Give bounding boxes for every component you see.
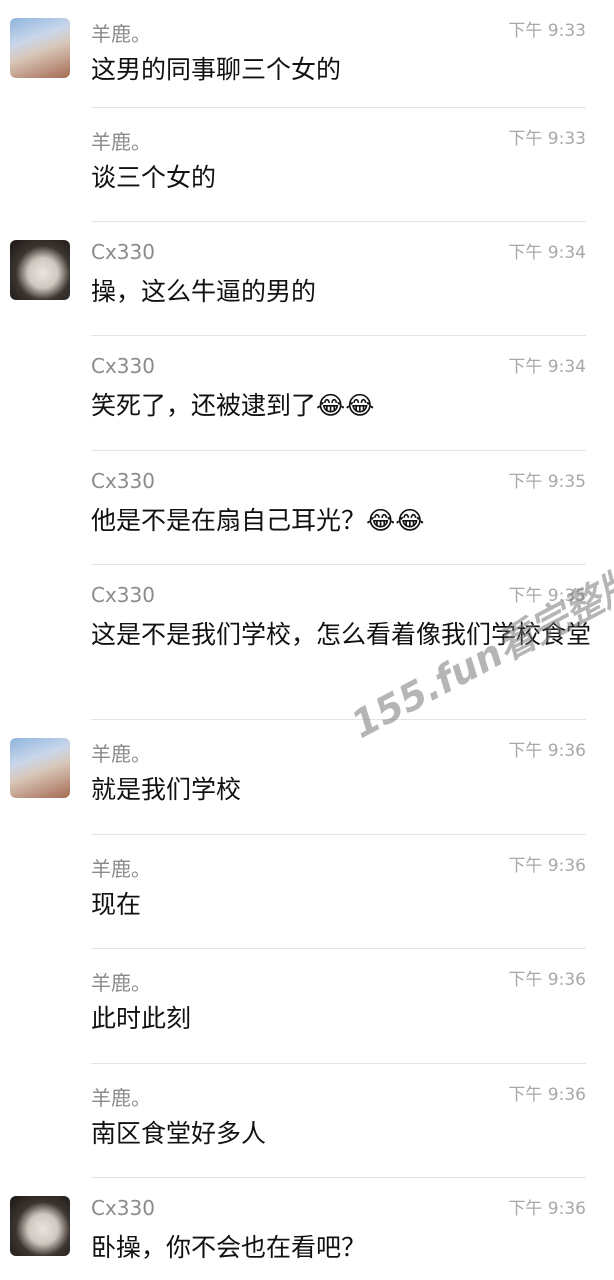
message-time: 下午 9:33: [508, 129, 586, 149]
message-text: 就是我们学校: [91, 775, 242, 804]
sender-name: 羊鹿。: [91, 130, 151, 154]
message-item: 羊鹿。 下午 9:33 谈三个女的: [0, 108, 614, 222]
message-time: 下午 9:33: [508, 21, 586, 41]
message-time: 下午 9:36: [508, 1085, 586, 1105]
message-time: 下午 9:36: [508, 1199, 586, 1219]
sender-name: Cx330: [91, 469, 155, 493]
message-time: 下午 9:34: [508, 243, 586, 263]
avatar[interactable]: [10, 18, 70, 78]
message-item: Cx330 下午 9:35 他是不是在扇自己耳光？😂😂: [0, 451, 614, 565]
sender-name: 羊鹿。: [91, 857, 151, 881]
message-item: 羊鹿。 下午 9:36 就是我们学校: [0, 720, 614, 835]
avatar[interactable]: [10, 1196, 70, 1256]
message-time: 下午 9:36: [508, 741, 586, 761]
message-text: 笑死了，还被逮到了😂😂: [91, 391, 375, 420]
message-time: 下午 9:35: [508, 472, 586, 492]
sender-name: 羊鹿。: [91, 742, 151, 766]
message-item: 羊鹿。 下午 9:36 此时此刻: [0, 949, 614, 1064]
sender-name: 羊鹿。: [91, 22, 151, 46]
message-item: Cx330 下午 9:34 笑死了，还被逮到了😂😂: [0, 336, 614, 451]
message-text: 操，这么牛逼的男的: [91, 277, 317, 306]
message-text: 谈三个女的: [91, 163, 217, 192]
message-text: 卧操，你不会也在看吧？: [91, 1233, 367, 1262]
message-text: 南区食堂好多人: [91, 1119, 267, 1148]
message-text: 他是不是在扇自己耳光？😂😂: [91, 506, 425, 535]
message-time: 下午 9:36: [508, 856, 586, 876]
sender-name: Cx330: [91, 240, 155, 264]
sender-name: Cx330: [91, 583, 155, 607]
message-item: Cx330 下午 9:36 卧操，你不会也在看吧？: [0, 1178, 614, 1280]
message-text: 此时此刻: [91, 1004, 192, 1033]
sender-name: Cx330: [91, 354, 155, 378]
message-text: 这男的同事聊三个女的: [91, 55, 342, 84]
message-text: 现在: [91, 890, 142, 919]
sender-name: 羊鹿。: [91, 1086, 151, 1110]
message-item: 羊鹿。 下午 9:33 这男的同事聊三个女的: [0, 0, 614, 108]
message-item: Cx330 下午 9:34 操，这么牛逼的男的: [0, 222, 614, 336]
sender-name: 羊鹿。: [91, 971, 151, 995]
sender-name: Cx330: [91, 1196, 155, 1220]
avatar[interactable]: [10, 240, 70, 300]
avatar[interactable]: [10, 738, 70, 798]
message-item: 羊鹿。 下午 9:36 现在: [0, 835, 614, 949]
message-time: 下午 9:36: [508, 970, 586, 990]
message-item: 羊鹿。 下午 9:36 南区食堂好多人: [0, 1064, 614, 1178]
message-time: 下午 9:34: [508, 357, 586, 377]
